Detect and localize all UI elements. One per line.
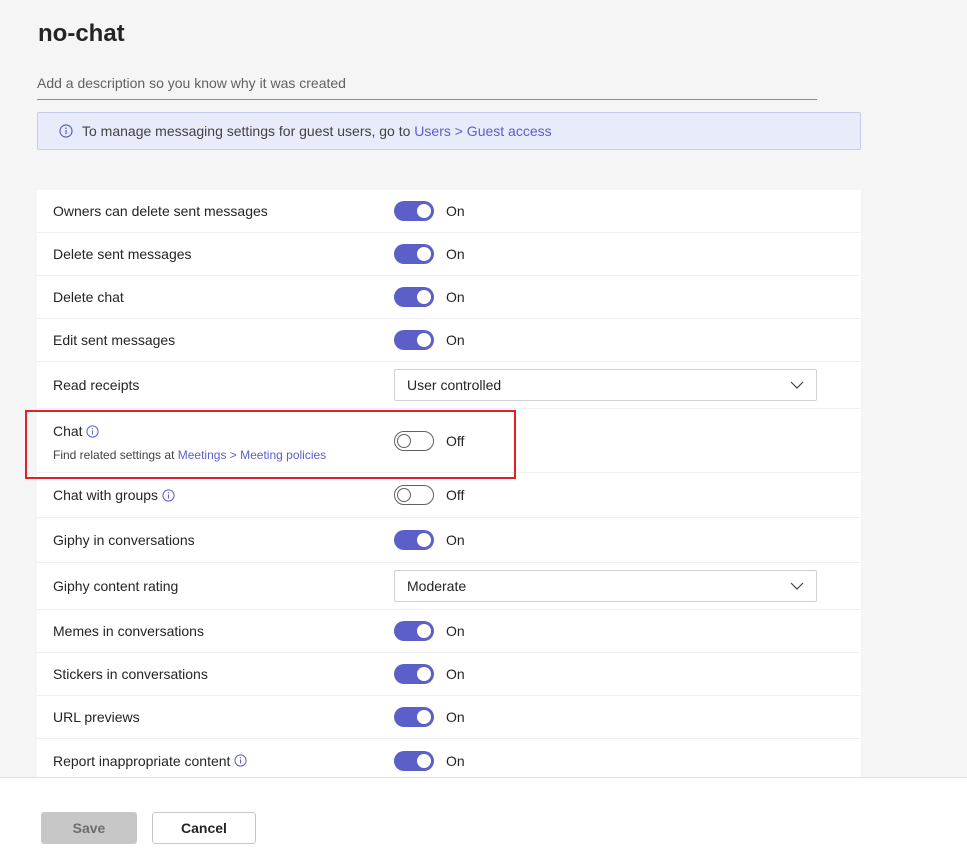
setting-label: Owners can delete sent messages bbox=[53, 203, 268, 219]
chat-groups-toggle[interactable] bbox=[394, 485, 434, 505]
edit-sent-toggle[interactable] bbox=[394, 330, 434, 350]
setting-row-memes: Memes in conversations On bbox=[37, 610, 861, 653]
toggle-state-text: On bbox=[446, 332, 465, 348]
setting-label-wrap: Report inappropriate content bbox=[53, 752, 248, 769]
save-button[interactable]: Save bbox=[41, 812, 137, 844]
setting-label: Giphy content rating bbox=[53, 578, 179, 594]
guest-access-link[interactable]: Users > Guest access bbox=[414, 123, 551, 139]
info-icon bbox=[59, 124, 73, 138]
setting-label-wrap: Chat with groups bbox=[53, 487, 175, 503]
dropdown-value: User controlled bbox=[407, 377, 502, 393]
setting-row-read-receipts: Read receipts User controlled bbox=[37, 362, 861, 409]
chat-toggle[interactable] bbox=[394, 430, 434, 451]
banner-text: To manage messaging settings for guest u… bbox=[82, 123, 411, 139]
memes-toggle[interactable] bbox=[394, 621, 434, 641]
setting-label: Edit sent messages bbox=[53, 332, 176, 348]
setting-label: Giphy in conversations bbox=[53, 532, 195, 548]
chat-sub-text: Find related settings at bbox=[53, 448, 175, 462]
chevron-down-icon bbox=[790, 582, 804, 590]
footer-bar: Save Cancel bbox=[0, 777, 967, 857]
toggle-state-text: Off bbox=[446, 432, 465, 449]
setting-label: Report inappropriate content bbox=[53, 752, 231, 769]
toggle-state-text: On bbox=[446, 752, 465, 769]
chevron-down-icon bbox=[790, 381, 804, 389]
meeting-policies-link[interactable]: Meetings > Meeting policies bbox=[178, 448, 326, 462]
setting-row-report: Report inappropriate content On bbox=[37, 739, 861, 777]
toggle-state-text: On bbox=[446, 532, 465, 548]
description-field[interactable] bbox=[37, 66, 817, 100]
info-icon[interactable] bbox=[85, 424, 99, 438]
delete-sent-toggle[interactable] bbox=[394, 244, 434, 264]
setting-label: Stickers in conversations bbox=[53, 666, 208, 682]
toggle-state-text: Off bbox=[446, 487, 465, 503]
setting-label: Delete chat bbox=[53, 289, 124, 305]
setting-row-giphy-rating: Giphy content rating Moderate bbox=[37, 563, 861, 610]
delete-chat-toggle[interactable] bbox=[394, 287, 434, 307]
stickers-toggle[interactable] bbox=[394, 664, 434, 684]
setting-row-edit-sent: Edit sent messages On bbox=[37, 319, 861, 362]
page-title: no-chat bbox=[38, 20, 125, 47]
toggle-state-text: On bbox=[446, 289, 465, 305]
settings-card: Owners can delete sent messages On Delet… bbox=[37, 190, 861, 777]
toggle-state-text: On bbox=[446, 623, 465, 639]
setting-row-delete-chat: Delete chat On bbox=[37, 276, 861, 319]
report-toggle[interactable] bbox=[394, 750, 434, 771]
setting-row-owners-delete: Owners can delete sent messages On bbox=[37, 190, 861, 233]
setting-label: Chat bbox=[53, 423, 83, 439]
setting-row-chat-groups: Chat with groups Off bbox=[37, 473, 861, 518]
setting-label: Delete sent messages bbox=[53, 246, 192, 262]
setting-row-chat: Chat Find related settings at Meetings >… bbox=[37, 409, 861, 473]
dropdown-value: Moderate bbox=[407, 578, 467, 594]
guest-info-banner: To manage messaging settings for guest u… bbox=[37, 112, 861, 150]
toggle-state-text: On bbox=[446, 709, 465, 725]
toggle-state-text: On bbox=[446, 246, 465, 262]
toggle-state-text: On bbox=[446, 666, 465, 682]
setting-label: Memes in conversations bbox=[53, 623, 204, 639]
giphy-toggle[interactable] bbox=[394, 530, 434, 550]
info-icon[interactable] bbox=[234, 754, 248, 767]
giphy-rating-dropdown[interactable]: Moderate bbox=[394, 570, 817, 602]
setting-label: Read receipts bbox=[53, 377, 140, 393]
setting-row-stickers: Stickers in conversations On bbox=[37, 653, 861, 696]
setting-label: URL previews bbox=[53, 709, 140, 725]
url-previews-toggle[interactable] bbox=[394, 707, 434, 727]
setting-row-url-previews: URL previews On bbox=[37, 696, 861, 739]
cancel-button[interactable]: Cancel bbox=[152, 812, 256, 844]
setting-row-delete-sent: Delete sent messages On bbox=[37, 233, 861, 276]
info-icon[interactable] bbox=[162, 488, 175, 502]
setting-row-giphy: Giphy in conversations On bbox=[37, 518, 861, 563]
setting-label: Chat with groups bbox=[53, 487, 159, 503]
toggle-state-text: On bbox=[446, 203, 465, 219]
read-receipts-dropdown[interactable]: User controlled bbox=[394, 369, 817, 401]
owners-delete-toggle[interactable] bbox=[394, 201, 434, 221]
